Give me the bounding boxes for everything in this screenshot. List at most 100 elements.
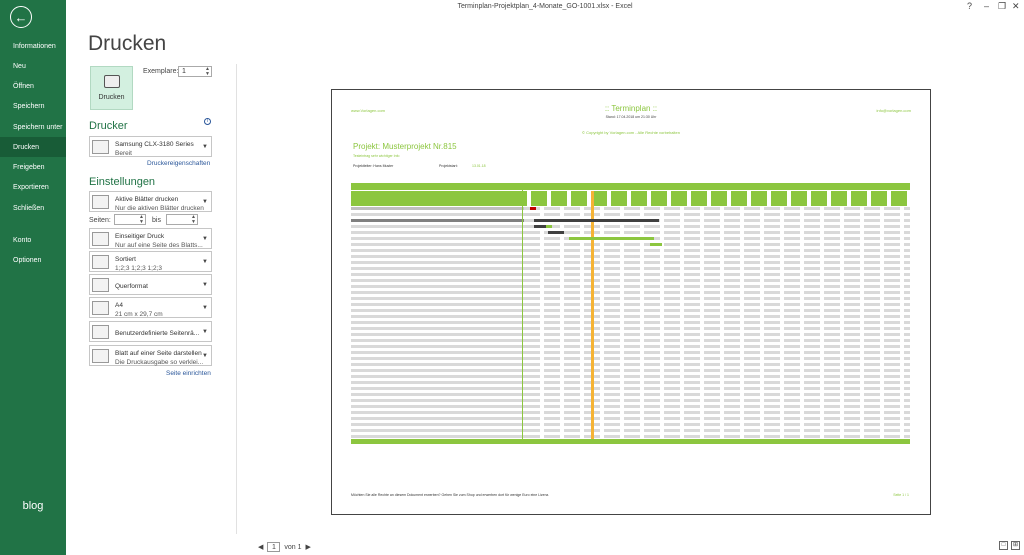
setting-orientation[interactable]: Querformat ▼	[89, 274, 212, 295]
current-page-input[interactable]: 1	[267, 542, 281, 552]
setting-title: Aktive Blätter drucken	[115, 196, 179, 203]
nav-exportieren[interactable]: Exportieren	[0, 177, 66, 197]
nav-drucken[interactable]: Drucken	[0, 137, 66, 157]
help-icon[interactable]: ?	[967, 1, 972, 11]
preview-copyright: © Copyright by Vorlagen.com - Alle Recht…	[582, 130, 680, 135]
printer-device-icon	[92, 140, 109, 154]
printer-properties-link[interactable]: Druckereigenschaften	[147, 160, 210, 167]
copies-value: 1	[182, 68, 186, 75]
setting-collation[interactable]: Sortiert 1;2;3 1;2;3 1;2;3 ▼	[89, 251, 212, 272]
setting-subtitle: Nur auf eine Seite des Blatts...	[115, 242, 203, 249]
printer-status: Bereit	[115, 150, 132, 157]
fit-sheet-icon	[92, 349, 109, 363]
gantt-task-bar	[534, 225, 546, 228]
pages-from-input[interactable]: ▲ ▼	[114, 214, 146, 225]
chevron-down-icon: ▼	[202, 329, 208, 335]
nav-konto[interactable]: Konto	[0, 230, 66, 250]
printer-heading: Drucker	[89, 120, 128, 132]
window-title: Terminplan-Projektplan_4-Monate_GO-1001.…	[457, 3, 633, 10]
pages-to-label: bis	[152, 217, 161, 224]
nav-neu[interactable]: Neu	[0, 56, 66, 76]
gantt-delay-bar	[530, 207, 536, 210]
setting-scaling[interactable]: Blatt auf einer Seite darstellen Die Dru…	[89, 345, 212, 366]
printer-name: Samsung CLX-3180 Series	[115, 141, 194, 148]
collate-icon	[92, 255, 109, 269]
preview-start-value: 13.01.18	[472, 164, 486, 168]
gantt-project-row	[351, 207, 524, 210]
chevron-down-icon: ▼	[202, 305, 208, 311]
gantt-phase-bar	[534, 219, 659, 222]
chevron-down-icon: ▼	[202, 259, 208, 265]
nav-informationen[interactable]: Informationen	[0, 36, 66, 56]
preview-stand: Stand: 17.04.2018 um 21:30 Uhr	[605, 115, 657, 119]
pages-to-input[interactable]: ▲ ▼	[166, 214, 198, 225]
prev-page-icon[interactable]: ◀	[258, 543, 263, 551]
setting-title: Einseitiger Druck	[115, 233, 165, 240]
preview-subtitle: Testeintrag sehr wichtiger Info	[353, 154, 400, 158]
nav-speichern-unter[interactable]: Speichern unter	[0, 117, 66, 137]
gantt-today-line	[591, 191, 594, 439]
printer-select[interactable]: Samsung CLX-3180 Series Bereit ▼	[89, 136, 212, 157]
print-preview-page: www.Vorlagen.com :: Terminplan :: Stand:…	[331, 89, 931, 515]
gantt-footer-bar	[351, 439, 910, 444]
setting-margins[interactable]: Benutzerdefinierte Seitenrä... ▼	[89, 321, 212, 342]
page-setup-link[interactable]: Seite einrichten	[166, 370, 211, 377]
landscape-icon	[92, 278, 109, 292]
setting-title: Blatt auf einer Seite darstellen	[115, 350, 202, 357]
minimize-icon[interactable]: –	[984, 1, 989, 11]
chevron-down-icon: ▼	[202, 199, 208, 205]
blog-label: blog	[22, 500, 44, 512]
restore-icon[interactable]: ❐	[998, 1, 1006, 12]
setting-subtitle: 21 cm x 29,7 cm	[115, 311, 163, 318]
page-count: von 1	[284, 543, 302, 551]
setting-subtitle: Nur die aktiven Blätter drucken	[115, 205, 204, 212]
copies-stepper[interactable]: 1 ▲ ▼	[178, 66, 212, 77]
stepper-arrows-icon[interactable]: ▲ ▼	[139, 215, 144, 225]
close-icon[interactable]: ✕	[1012, 1, 1020, 12]
setting-duplex[interactable]: Einseitiger Druck Nur auf eine Seite des…	[89, 228, 212, 249]
print-button[interactable]: Drucken	[90, 66, 133, 110]
chevron-down-icon: ▼	[202, 353, 208, 359]
setting-paper-size[interactable]: A4 21 cm x 29,7 cm ▼	[89, 297, 212, 318]
preview-leader: Projektleiter: Hans Muster	[353, 164, 394, 168]
gantt-phase-row	[351, 219, 524, 222]
gantt-task-bar	[569, 237, 654, 240]
stepper-arrows-icon[interactable]: ▲ ▼	[205, 67, 210, 77]
setting-title: Querformat	[115, 283, 148, 290]
margins-icon	[92, 325, 109, 339]
sheets-icon	[92, 195, 109, 209]
info-icon[interactable]: i	[204, 118, 211, 125]
gantt-header-bar	[351, 183, 910, 190]
preview-page-number: Seite 1 / 1	[893, 493, 909, 497]
preview-header-right: info@vorlagen.com	[876, 108, 911, 113]
gantt-task-bar	[546, 225, 552, 228]
settings-heading: Einstellungen	[89, 176, 156, 188]
setting-title: Sortiert	[115, 256, 136, 263]
print-button-label: Drucken	[98, 94, 125, 101]
back-arrow-icon[interactable]: ←	[10, 6, 32, 28]
backstage-sidebar: ← Informationen Neu Öffnen Speichern Spe…	[0, 0, 66, 555]
nav-schliessen[interactable]: Schließen	[0, 198, 66, 218]
panel-divider	[236, 64, 237, 534]
nav-oeffnen[interactable]: Öffnen	[0, 76, 66, 96]
gantt-columns	[524, 207, 910, 439]
gantt-start-line	[522, 183, 523, 439]
nav-optionen[interactable]: Optionen	[0, 250, 66, 270]
zoom-to-page-icon[interactable]: ⊞	[1011, 541, 1020, 550]
page-title: Drucken	[88, 32, 167, 55]
stepper-arrows-icon[interactable]: ▲ ▼	[191, 215, 196, 225]
copies-label: Exemplare:	[143, 68, 179, 75]
setting-print-what[interactable]: Aktive Blätter drucken Nur die aktiven B…	[89, 191, 212, 212]
setting-title: Benutzerdefinierte Seitenrä...	[115, 330, 200, 337]
chevron-down-icon: ▼	[202, 144, 208, 150]
nav-freigeben[interactable]: Freigeben	[0, 157, 66, 177]
preview-pager: ◀ 1 von 1 ▶	[258, 542, 311, 552]
printer-icon	[103, 75, 120, 88]
gantt-task-header	[351, 191, 524, 206]
one-sided-icon	[92, 232, 109, 246]
next-page-icon[interactable]: ▶	[306, 543, 311, 551]
show-margins-icon[interactable]: □	[999, 541, 1008, 550]
nav-speichern[interactable]: Speichern	[0, 96, 66, 116]
preview-start-label: Projektstart:	[439, 164, 458, 168]
setting-subtitle: 1;2;3 1;2;3 1;2;3	[115, 265, 162, 272]
